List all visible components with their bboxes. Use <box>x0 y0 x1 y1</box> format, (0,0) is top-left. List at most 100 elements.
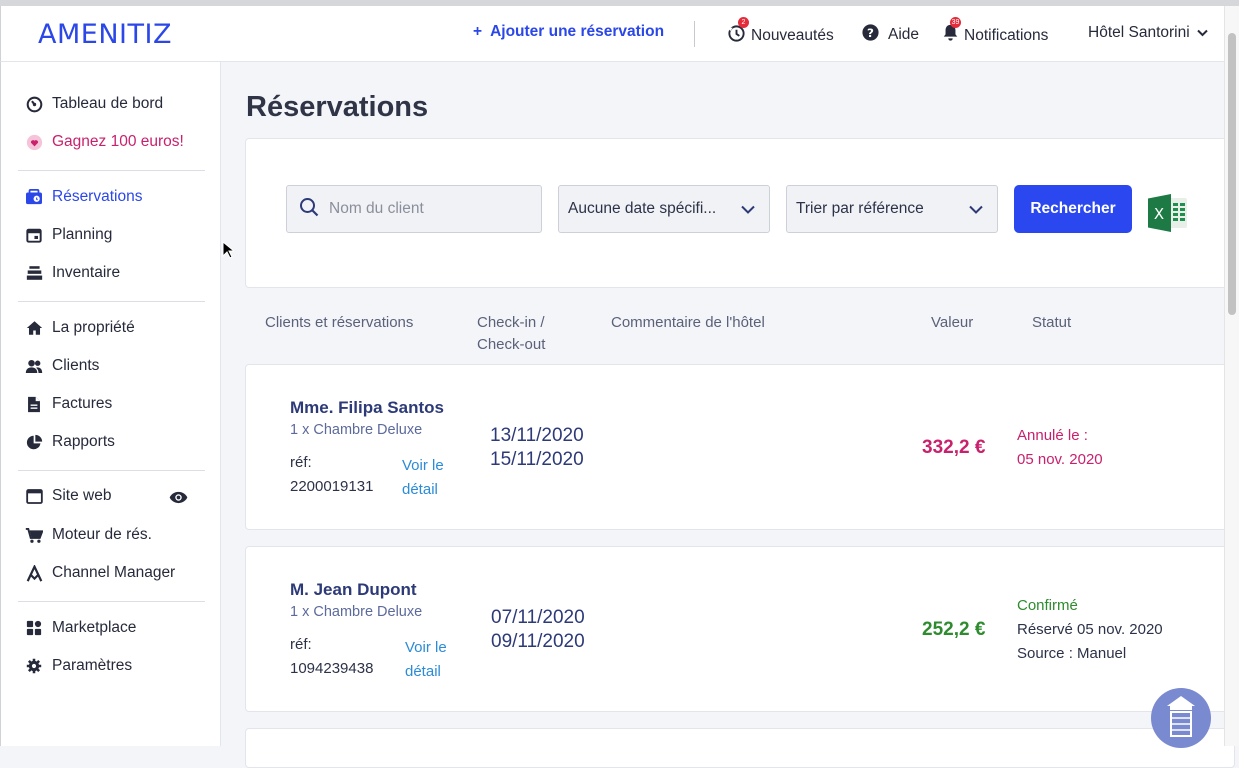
hotel-building-icon <box>1167 696 1195 737</box>
sidebar-item-label: Réservations <box>52 188 143 205</box>
reservations-icon <box>25 188 43 206</box>
sidebar-item-referral[interactable]: Gagnez 100 euros! <box>25 131 184 153</box>
main-content: Réservations Aucune date spécifi... Trie… <box>221 62 1235 768</box>
search-icon <box>299 197 319 222</box>
sidebar-item-label: Site web <box>52 487 112 504</box>
sidebar-item-settings[interactable]: Paramètres <box>25 655 132 677</box>
sidebar-item-channel-manager[interactable]: Channel Manager <box>25 562 175 584</box>
view-detail-link[interactable]: Voir le détail <box>402 454 462 502</box>
sidebar-item-label: Gagnez 100 euros! <box>52 133 184 150</box>
reference-number: 2200019131 <box>290 478 374 495</box>
reservation-row[interactable] <box>245 728 1235 768</box>
excel-export-icon[interactable]: X <box>1147 194 1189 237</box>
column-header-checkout: Check-out <box>477 336 546 353</box>
search-button[interactable]: Rechercher <box>1014 185 1132 233</box>
sidebar-item-label: Factures <box>52 395 113 412</box>
reference-label: réf: <box>290 636 312 653</box>
reference-label: réf: <box>290 454 312 471</box>
top-bar: AMENITIZ + Ajouter une réservation 2 Nouv… <box>0 6 1224 62</box>
sidebar-item-label: Channel Manager <box>52 564 176 581</box>
channel-icon <box>25 564 43 582</box>
cart-icon <box>25 526 43 544</box>
bell-icon: 39 <box>942 17 964 47</box>
reservation-value: 252,2 € <box>922 619 986 640</box>
guest-name[interactable]: Mme. Filipa Santos <box>290 398 444 418</box>
chevron-down-icon <box>1196 24 1213 42</box>
sidebar-divider <box>18 470 205 471</box>
chevron-down-icon <box>741 201 755 219</box>
sidebar-item-reports[interactable]: Rapports <box>25 431 115 453</box>
client-search-box[interactable] <box>286 185 542 233</box>
page-title: Réservations <box>246 91 429 123</box>
checkout-date: 09/11/2020 <box>491 631 585 652</box>
sidebar-divider <box>18 601 205 602</box>
stay-dates: 13/11/2020 15/11/2020 <box>490 424 584 472</box>
checkin-date: 07/11/2020 <box>491 607 585 628</box>
svg-text:?: ? <box>867 26 874 40</box>
gear-icon <box>25 657 43 675</box>
sidebar-item-label: Inventaire <box>52 264 121 281</box>
view-detail-line: Voir le <box>402 457 444 474</box>
sidebar-item-label: Planning <box>52 226 113 243</box>
eye-icon[interactable] <box>169 491 188 509</box>
apps-icon <box>25 619 43 637</box>
add-reservation-label: Ajouter une réservation <box>490 23 665 40</box>
sidebar-item-clients[interactable]: Clients <box>25 355 99 377</box>
filter-card: Aucune date spécifi... Trier par référen… <box>245 138 1235 288</box>
reference-number: 1094239438 <box>290 660 374 677</box>
status-line: Réservé 05 nov. 2020 <box>1017 621 1163 638</box>
home-icon <box>25 319 43 337</box>
client-search-input[interactable] <box>329 200 519 218</box>
help-label: Aide <box>888 26 920 43</box>
calendar-icon <box>25 226 43 244</box>
news-badge: 2 <box>738 17 749 28</box>
browser-icon <box>25 487 43 505</box>
room-type: 1 x Chambre Deluxe <box>290 604 423 620</box>
hotel-label: Hôtel Santorini <box>1088 24 1190 41</box>
question-circle-icon: ? <box>862 24 884 46</box>
plus-icon: + <box>473 23 483 40</box>
page-scrollbar[interactable] <box>1224 6 1239 746</box>
reservation-row[interactable]: Mme. Filipa Santos 1 x Chambre Deluxe ré… <box>245 364 1235 530</box>
add-reservation-link[interactable]: + Ajouter une réservation <box>473 23 664 41</box>
sidebar-item-invoices[interactable]: Factures <box>25 393 112 415</box>
scrollbar-thumb[interactable] <box>1228 33 1236 315</box>
view-detail-link[interactable]: Voir le détail <box>405 636 465 684</box>
sidebar-item-label: Tableau de bord <box>52 95 164 112</box>
sidebar-item-reservations[interactable]: Réservations <box>25 186 142 208</box>
chat-widget-button[interactable] <box>1151 688 1211 748</box>
sidebar-item-label: Rapports <box>52 433 115 450</box>
date-filter-select[interactable]: Aucune date spécifi... <box>558 185 770 233</box>
news-link[interactable]: 2 Nouveautés <box>727 17 834 48</box>
sort-value: Trier par référence <box>796 200 924 217</box>
sort-select[interactable]: Trier par référence <box>786 185 998 233</box>
room-type: 1 x Chambre Deluxe <box>290 422 423 438</box>
sidebar-item-label: Moteur de rés. <box>52 526 152 543</box>
hotel-selector[interactable]: Hôtel Santorini <box>1088 24 1213 42</box>
sidebar-item-label: Paramètres <box>52 657 133 674</box>
sidebar-item-inventory[interactable]: Inventaire <box>25 262 120 284</box>
reservation-row[interactable]: M. Jean Dupont 1 x Chambre Deluxe réf: 1… <box>245 546 1235 712</box>
sidebar-item-website[interactable]: Site web <box>25 485 111 507</box>
sidebar-item-planning[interactable]: Planning <box>25 224 112 246</box>
notifications-link[interactable]: 39 Notifications <box>942 17 1049 47</box>
notifications-label: Notifications <box>964 26 1049 44</box>
news-label: Nouveautés <box>751 27 834 44</box>
view-detail-line: détail <box>405 663 441 680</box>
sidebar-item-marketplace[interactable]: Marketplace <box>25 617 136 639</box>
checkout-date: 15/11/2020 <box>490 449 584 470</box>
mouse-cursor-icon <box>222 240 236 264</box>
amenitiz-logo[interactable]: AMENITIZ <box>38 19 172 50</box>
help-link[interactable]: ? Aide <box>862 24 919 46</box>
guest-name[interactable]: M. Jean Dupont <box>290 580 417 600</box>
sidebar-item-booking-engine[interactable]: Moteur de rés. <box>25 524 152 546</box>
sidebar-item-property[interactable]: La propriété <box>25 317 135 339</box>
users-icon <box>25 357 43 375</box>
sidebar-divider <box>18 170 205 171</box>
date-filter-value: Aucune date spécifi... <box>568 200 717 217</box>
sidebar-item-dashboard[interactable]: Tableau de bord <box>25 93 163 115</box>
reservation-status: Confirmé Réservé 05 nov. 2020 Source : M… <box>1017 594 1163 666</box>
view-detail-line: Voir le <box>405 639 447 656</box>
reservation-status: Annulé le : 05 nov. 2020 <box>1017 424 1103 472</box>
checkin-date: 13/11/2020 <box>490 425 584 446</box>
